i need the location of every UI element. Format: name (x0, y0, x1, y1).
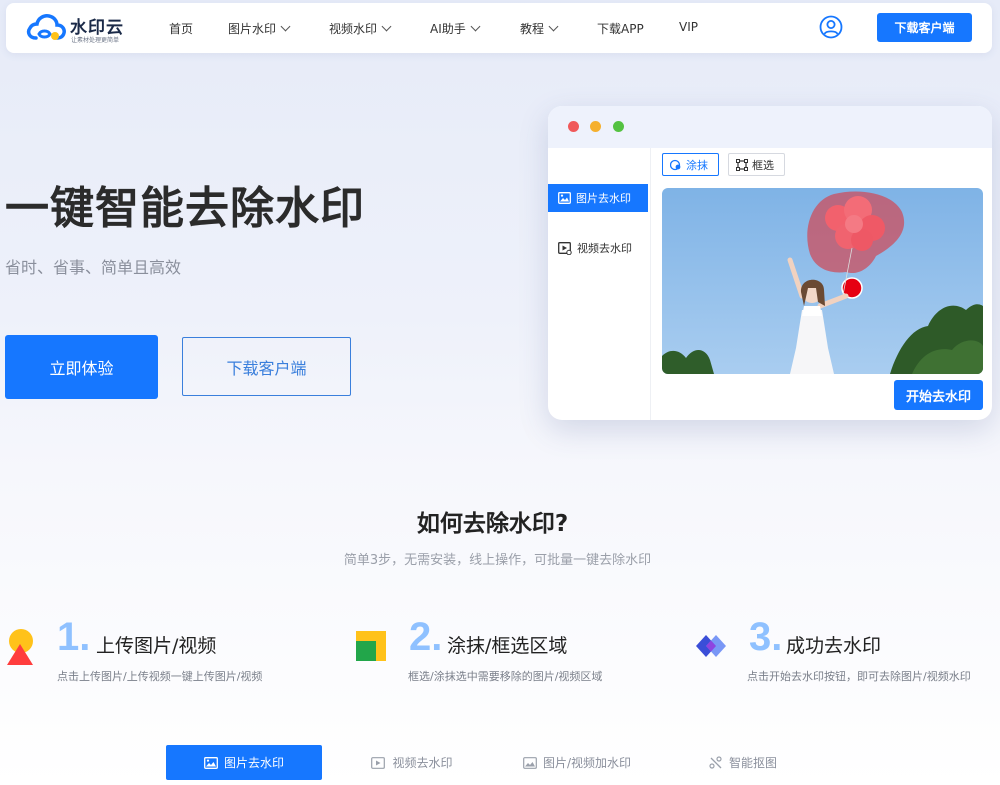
box-select-icon (736, 158, 748, 171)
sidebar-item-label: 图片去水印 (576, 192, 631, 205)
sidebar-item-image-remove[interactable]: 图片去水印 (548, 184, 648, 212)
tab-label: 图片/视频加水印 (542, 756, 632, 770)
nav-item-ai-assistant[interactable]: AI助手 (430, 20, 481, 37)
nav-item-label: 视频水印 (329, 22, 378, 36)
step-description: 点击开始去水印按钮，即可去除图片/视频水印 (747, 670, 971, 683)
try-now-button[interactable]: 立即体验 (5, 335, 158, 399)
sidebar-item-label: 视频去水印 (577, 242, 632, 255)
smear-select-icon (356, 631, 388, 667)
tab-video-remove[interactable]: 视频去水印 (362, 745, 462, 780)
nav-item-video-watermark[interactable]: 视频水印 (329, 20, 392, 37)
success-icon (696, 633, 728, 665)
how-to-subtitle: 简单3步，无需安装，线上操作，可批量一键去除水印 (343, 553, 652, 568)
chevron-down-icon (548, 21, 559, 32)
start-remove-button[interactable]: 开始去水印 (894, 380, 983, 410)
step-number: 1. (57, 615, 91, 659)
image-icon (523, 756, 537, 769)
nav-item-tutorial[interactable]: 教程 (520, 20, 559, 37)
nav-item-download-app[interactable]: 下载APP (597, 20, 644, 37)
chevron-down-icon (470, 21, 481, 32)
step-number: 2. (409, 615, 443, 659)
chevron-down-icon (280, 21, 291, 32)
tab-add-watermark[interactable]: 图片/视频加水印 (512, 745, 642, 780)
nav-item-home[interactable]: 首页 (169, 20, 193, 37)
box-select-tool-button[interactable]: 框选 (728, 153, 785, 176)
step-title: 上传图片/视频 (96, 635, 217, 657)
image-icon (558, 192, 571, 204)
hero-subtitle: 省时、省事、简单且高效 (5, 258, 182, 277)
upload-icon (5, 627, 37, 671)
step-title: 成功去水印 (786, 635, 882, 657)
nav-item-image-watermark[interactable]: 图片水印 (228, 20, 291, 37)
main-nav: 首页 图片水印 视频水印 AI助手 教程 下载APP VIP (6, 3, 992, 53)
video-icon (371, 756, 386, 769)
step-number: 3. (749, 615, 783, 659)
step-title: 涂抹/框选区域 (447, 635, 568, 657)
tool-label: 涂抹 (686, 158, 708, 172)
nav-item-label: 首页 (169, 22, 194, 36)
step-description: 点击上传图片/上传视频一键上传图片/视频 (57, 670, 263, 683)
download-client-button[interactable]: 下载客户端 (182, 337, 351, 396)
nav-item-vip[interactable]: VIP (679, 20, 698, 34)
header-download-button[interactable]: 下载客户端 (877, 13, 972, 42)
top-header: 水印云 让素材处理更简单 首页 图片水印 视频水印 AI助手 教程 下载APP … (6, 3, 992, 53)
tab-image-remove[interactable]: 图片去水印 (166, 745, 322, 780)
tab-smart-cutout[interactable]: 智能抠图 (700, 745, 786, 780)
image-icon (204, 756, 218, 769)
tool-label: 框选 (752, 158, 774, 172)
hero-title: 一键智能去除水印 (5, 183, 365, 234)
close-dot-icon (568, 121, 579, 132)
preview-sidebar: 图片去水印 视频去水印 (548, 148, 651, 420)
nav-item-label: 图片水印 (228, 22, 277, 36)
maximize-dot-icon (613, 121, 624, 132)
nav-item-label: 下载APP (597, 22, 644, 36)
tab-label: 图片去水印 (223, 756, 284, 770)
tab-label: 视频去水印 (392, 756, 453, 770)
sample-photo (662, 188, 983, 374)
minimize-dot-icon (590, 121, 601, 132)
nav-item-label: 教程 (520, 22, 545, 36)
nav-item-label: AI助手 (430, 22, 466, 36)
brush-icon (670, 159, 681, 170)
step-description: 框选/涂抹选中需要移除的图片/视频区域 (408, 670, 603, 683)
chevron-down-icon (381, 21, 392, 32)
user-circle-icon[interactable] (819, 15, 843, 39)
window-titlebar (548, 106, 992, 148)
nav-item-label: VIP (679, 20, 698, 34)
how-to-title: 如何去除水印? (416, 511, 569, 537)
tab-label: 智能抠图 (728, 756, 777, 770)
sidebar-item-video-remove[interactable]: 视频去水印 (548, 234, 648, 262)
cutout-icon (709, 756, 722, 769)
smear-tool-button[interactable]: 涂抹 (662, 153, 719, 176)
video-icon (558, 241, 572, 255)
app-preview-window: 图片去水印 视频去水印 涂抹 框选 开始去水印 (548, 106, 992, 420)
